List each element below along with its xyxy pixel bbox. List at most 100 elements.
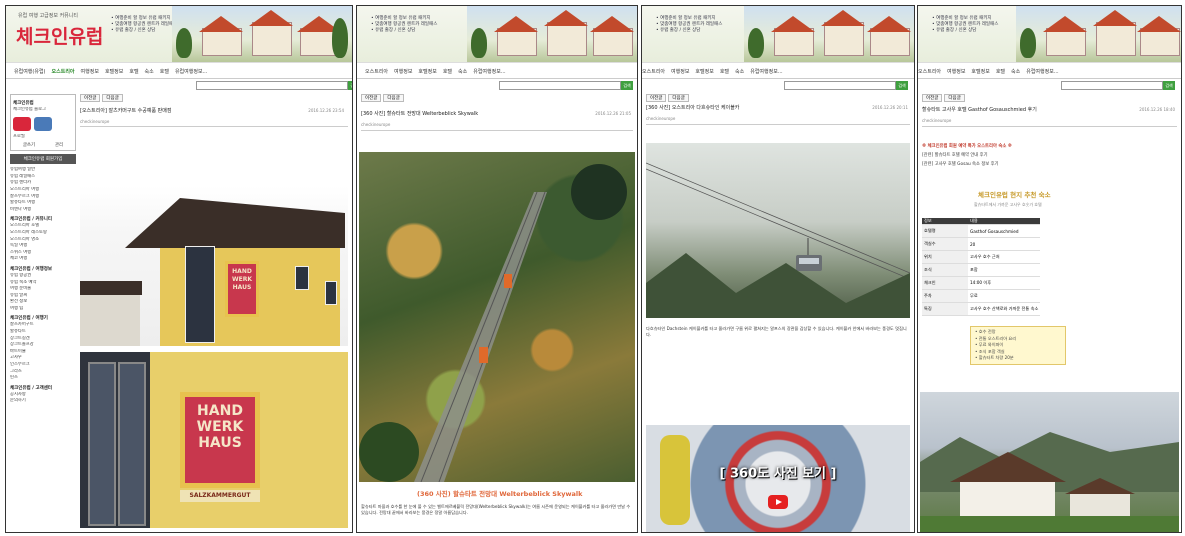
menu-item[interactable]: 호텔 [443, 69, 452, 75]
menu-item[interactable]: 숙소 [145, 69, 154, 75]
category-item[interactable]: 유럽여행 일반 [10, 167, 76, 174]
menu-item[interactable]: 호텔정보 [418, 69, 436, 75]
category-group-title: 체크인유럽 / 커뮤니티 [10, 217, 53, 223]
category-item[interactable]: 그라츠 [10, 369, 76, 376]
category-item[interactable]: 환전 정보 [10, 299, 76, 306]
post-nav-tabs: 이전글 다음글 [646, 94, 691, 102]
menu-item[interactable]: 유럽여행정보... [473, 69, 505, 75]
prev-post-tab[interactable]: 이전글 [361, 94, 382, 102]
category-item[interactable]: 오스트리아 레스토랑 [10, 230, 76, 237]
menu-item[interactable]: 호텔 [129, 69, 138, 75]
menu-item[interactable]: 여행정보 [671, 69, 689, 75]
related-link[interactable]: [관련] 고사우 호텔 Gosau 숙소 정보 후기 [922, 161, 999, 167]
category-item[interactable]: 여행 팁 [10, 306, 76, 313]
post-title[interactable]: 할슈타트 고사우 호텔 Gasthof Gosauschmied 후기 [922, 106, 1097, 113]
category-group-title: 체크인유럽 / 고객센터 [10, 385, 53, 391]
menu-item[interactable]: 호텔정보 [971, 69, 989, 75]
category-item[interactable]: 오스트리아 명소 [10, 237, 76, 244]
promo-note[interactable]: ※ 체크인유럽 회원 예약 특가 오스트리아 숙소 ※ [922, 143, 1012, 149]
category-item[interactable]: 장크트길겐 [10, 336, 76, 343]
signup-button[interactable]: 체크인유럽 회원가입 [10, 154, 76, 165]
category-item[interactable]: 잘츠부르크 여행 [10, 194, 76, 201]
search-input[interactable]: 검색 [1061, 81, 1175, 90]
category-item[interactable]: 장크트볼프강 [10, 342, 76, 349]
menu-item[interactable]: 오스트리아 [365, 69, 388, 75]
category-item[interactable]: 오스트리아 호텔 [10, 223, 76, 230]
sidebar-blog-title[interactable]: 체크인유럽 [13, 100, 73, 106]
feature-highlight-box: • 호수 전망 • 전통 오스트리아 요리 • 무료 와이파이 • 조식 포함 … [970, 326, 1066, 365]
avatar-secondary[interactable] [34, 116, 52, 131]
post-author[interactable]: checkineurope [361, 122, 390, 127]
post-title[interactable]: [360 사진] 할슈타트 전망대 Welterbeblick Skywalk [361, 110, 551, 117]
prev-post-tab[interactable]: 이전글 [80, 94, 101, 102]
menu-item[interactable]: 숙소 [735, 69, 744, 75]
category-item[interactable]: 유럽 렌터카 [10, 180, 76, 187]
post-body-text: 다흐슈타인 Dachstein 케이블카를 타고 올라가면 구름 위로 펼쳐지는… [646, 326, 907, 337]
category-item[interactable]: 인스부르크 [10, 362, 76, 369]
screenshot-panel-4: • 여행준비 할 정보 유럽 패키지 • 맞춤여행 항공권 렌트카 레일패스 • 유… [917, 5, 1182, 533]
prev-post-tab[interactable]: 이전글 [646, 94, 667, 102]
prev-post-tab[interactable]: 이전글 [922, 94, 943, 102]
menu-item[interactable]: 유럽여행정보... [1026, 69, 1058, 75]
banner-ad-text: • 여행준비 할 정보 유럽 패키지 • 맞춤여행 항공권 렌트카 레일패스 • 유… [932, 16, 999, 33]
search-button[interactable]: 검색 [621, 81, 633, 90]
write-button[interactable]: 글쓰기 [23, 142, 35, 148]
category-item[interactable]: 문의하기 [10, 398, 76, 405]
menu-item[interactable]: 호텔 [996, 69, 1005, 75]
search-input[interactable]: 검색 [196, 81, 352, 90]
menu-item[interactable]: 호텔정보 [695, 69, 713, 75]
category-item[interactable]: 오스트리아 여행 [10, 187, 76, 194]
youtube-play-icon[interactable] [768, 495, 788, 510]
category-item[interactable]: 체코 여행 [10, 256, 76, 263]
post-author[interactable]: checkineurope [922, 118, 951, 123]
vr-360-video-thumbnail[interactable]: [ 360도 사진 보기 ] [646, 425, 910, 532]
menu-item[interactable]: 호텔 [720, 69, 729, 75]
category-item[interactable]: 공지사항 [10, 392, 76, 399]
related-link[interactable]: [관련] 할슈타트 호텔 예약 안내 후기 [922, 152, 988, 158]
search-input[interactable]: 검색 [784, 81, 908, 90]
manage-button[interactable]: 관리 [55, 142, 63, 148]
category-item[interactable]: 여행 준비물 [10, 286, 76, 293]
menu-item[interactable]: 유럽여행정보... [750, 69, 782, 75]
category-item[interactable]: 할슈타트 여행 [10, 200, 76, 207]
category-item[interactable]: 잘츠카머구트 [10, 322, 76, 329]
search-button[interactable]: 검색 [1163, 81, 1175, 90]
category-item[interactable]: 스위스 여행 [10, 250, 76, 257]
profile-label[interactable]: 프로필 [13, 134, 73, 141]
post-author[interactable]: checkineurope [80, 119, 109, 124]
category-item[interactable]: 유럽 숙소 예약 [10, 280, 76, 287]
next-post-tab[interactable]: 다음글 [102, 94, 123, 102]
search-button[interactable]: 검색 [348, 81, 352, 90]
category-item[interactable]: 유럽 날씨 [10, 293, 76, 300]
category-item[interactable]: 비엔나 여행 [10, 207, 76, 214]
menu-item[interactable]: 호텔 [160, 69, 169, 75]
category-item[interactable]: 독일 여행 [10, 243, 76, 250]
next-post-tab[interactable]: 다음글 [383, 94, 404, 102]
menu-item[interactable]: 호텔정보 [105, 69, 123, 75]
category-item[interactable]: 바트이슐 [10, 349, 76, 356]
menu-item[interactable]: 오스트리아 [918, 69, 941, 75]
menu-item[interactable]: 여행정보 [81, 69, 99, 75]
category-item[interactable]: 유럽 항공권 [10, 273, 76, 280]
menu-item[interactable]: 숙소 [458, 69, 467, 75]
menu-item-active[interactable]: 오스트리아 [52, 69, 75, 75]
menu-item[interactable]: 유럽여행정보... [175, 69, 207, 75]
post-title[interactable]: [360 사진] 오스트리아 다흐슈타인 케이블카 [646, 104, 826, 111]
menu-item[interactable]: 여행정보 [947, 69, 965, 75]
search-input[interactable]: 검색 [499, 81, 633, 90]
next-post-tab[interactable]: 다음글 [668, 94, 689, 102]
category-item[interactable]: 할슈타트 [10, 329, 76, 336]
menu-item[interactable]: 오스트리아 [642, 69, 665, 75]
site-logo[interactable]: 체크인유럽 [16, 22, 103, 49]
category-item[interactable]: 고사우 [10, 355, 76, 362]
category-item[interactable]: 린츠 [10, 375, 76, 382]
search-button[interactable]: 검색 [896, 81, 908, 90]
next-post-tab[interactable]: 다음글 [944, 94, 965, 102]
post-author[interactable]: checkineurope [646, 116, 675, 121]
avatar[interactable] [13, 116, 31, 131]
category-item[interactable]: 유럽 레일패스 [10, 174, 76, 181]
menu-item[interactable]: 여행정보 [394, 69, 412, 75]
menu-item[interactable]: 유럽여행(유럽) [14, 69, 46, 75]
menu-item[interactable]: 숙소 [1011, 69, 1020, 75]
post-title[interactable]: [오스트리아] 잘츠카머구트 수공예품 판매점 [80, 107, 230, 114]
